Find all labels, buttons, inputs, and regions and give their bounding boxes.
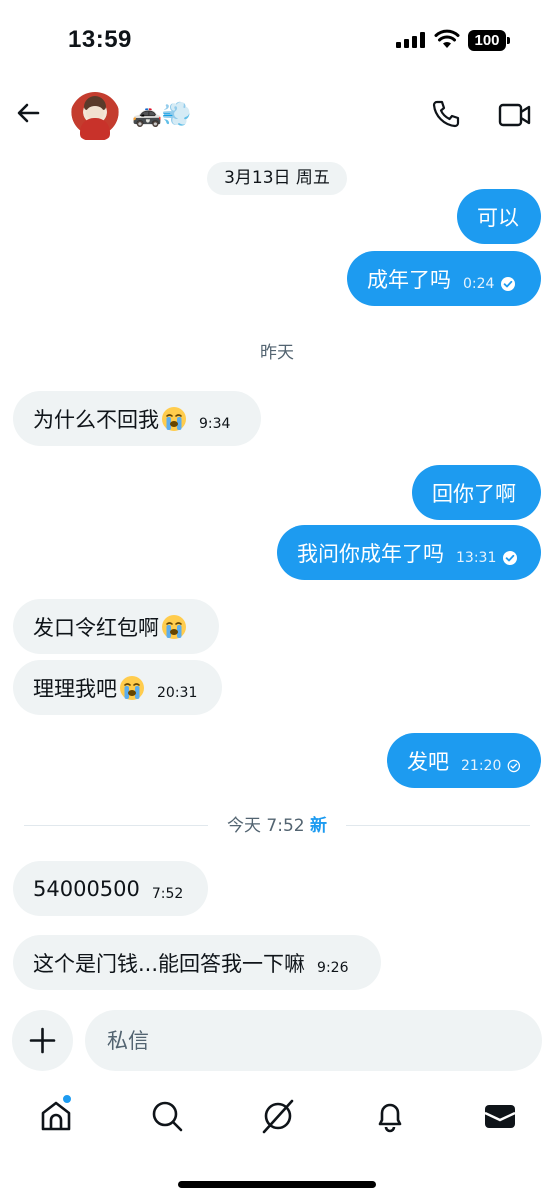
conversation-header: 🚓💨 (0, 80, 554, 150)
plus-icon (29, 1027, 56, 1054)
today-separator: 今天 7:52 新 (24, 812, 530, 840)
search-icon (152, 1101, 183, 1132)
message-bubble-incoming[interactable]: 为什么不回我 9:34 (13, 391, 261, 446)
message-time: 20:31 (157, 684, 198, 701)
crying-face-icon (162, 614, 186, 639)
bell-icon (378, 1103, 402, 1133)
check-circle-icon (503, 550, 518, 565)
battery-icon: 100 (468, 30, 510, 51)
check-circle-icon (501, 276, 516, 291)
tab-search[interactable] (149, 1098, 185, 1134)
day-separator: 昨天 (260, 343, 294, 363)
message-time: 9:26 (317, 959, 349, 976)
message-bubble-outgoing[interactable]: 回你了啊 (412, 465, 541, 520)
message-time: 21:20 (461, 757, 502, 774)
tab-messages[interactable] (482, 1098, 518, 1134)
message-bubble-incoming[interactable]: 54000500 7:52 (13, 861, 208, 916)
message-bubble-outgoing[interactable]: 可以 (457, 189, 541, 244)
message-bubble-outgoing[interactable]: 我问你成年了吗 13:31 (277, 525, 541, 580)
notification-dot (62, 1094, 72, 1104)
message-text: 发吧 (407, 749, 449, 774)
back-arrow-icon[interactable] (12, 96, 46, 130)
message-text: 可以 (477, 205, 519, 230)
message-bubble-outgoing[interactable]: 发吧 21:20 (387, 733, 541, 788)
message-bubble-incoming[interactable]: 这个是门钱...能回答我一下嘛 9:26 (13, 935, 381, 990)
cellular-signal-icon (396, 32, 425, 48)
crying-face-icon (120, 675, 144, 700)
message-bubble-incoming[interactable]: 发口令红包啊 (13, 599, 219, 654)
battery-level: 100 (468, 30, 506, 51)
composer (0, 1010, 554, 1072)
message-text: 成年了吗 (367, 267, 451, 292)
message-bubble-incoming[interactable]: 理理我吧 20:31 (13, 660, 222, 715)
message-text: 为什么不回我 (33, 407, 159, 432)
tab-home[interactable] (38, 1094, 74, 1134)
grok-icon (262, 1099, 294, 1134)
tab-grok[interactable] (260, 1098, 296, 1134)
tab-notifications[interactable] (372, 1098, 408, 1134)
video-camera-icon[interactable] (498, 100, 532, 130)
avatar[interactable] (70, 92, 120, 142)
today-label: 今天 7:52 (227, 816, 305, 836)
date-header: 3月13日 周五 (207, 162, 347, 195)
new-badge: 新 (310, 816, 327, 836)
message-text: 54000500 (33, 876, 140, 901)
bottom-tab-bar (0, 1088, 554, 1148)
phone-icon[interactable] (430, 98, 462, 130)
message-time: 0:24 (463, 275, 495, 292)
message-text: 发口令红包啊 (33, 615, 159, 640)
message-time: 9:34 (199, 415, 231, 432)
message-text: 这个是门钱...能回答我一下嘛 (33, 951, 306, 976)
wifi-icon (434, 29, 460, 48)
crying-face-icon (162, 406, 186, 431)
message-text: 回你了啊 (432, 481, 516, 506)
today-label-group: 今天 7:52 新 (24, 812, 530, 840)
contact-name[interactable]: 🚓💨 (132, 100, 192, 128)
mail-icon (484, 1105, 516, 1128)
battery-cap (507, 37, 510, 44)
add-attachment-button[interactable] (12, 1010, 73, 1071)
avatar-body (80, 118, 110, 140)
check-circle-icon (507, 759, 521, 772)
message-bubble-outgoing[interactable]: 成年了吗 0:24 (347, 251, 541, 306)
status-time: 13:59 (68, 26, 132, 53)
message-input[interactable] (85, 1010, 542, 1071)
status-bar: 13:59 100 (0, 0, 554, 80)
message-time: 13:31 (456, 549, 497, 566)
message-time: 7:52 (151, 885, 184, 902)
message-text: 理理我吧 (33, 676, 117, 701)
message-text: 我问你成年了吗 (297, 541, 444, 566)
home-indicator (178, 1181, 376, 1188)
